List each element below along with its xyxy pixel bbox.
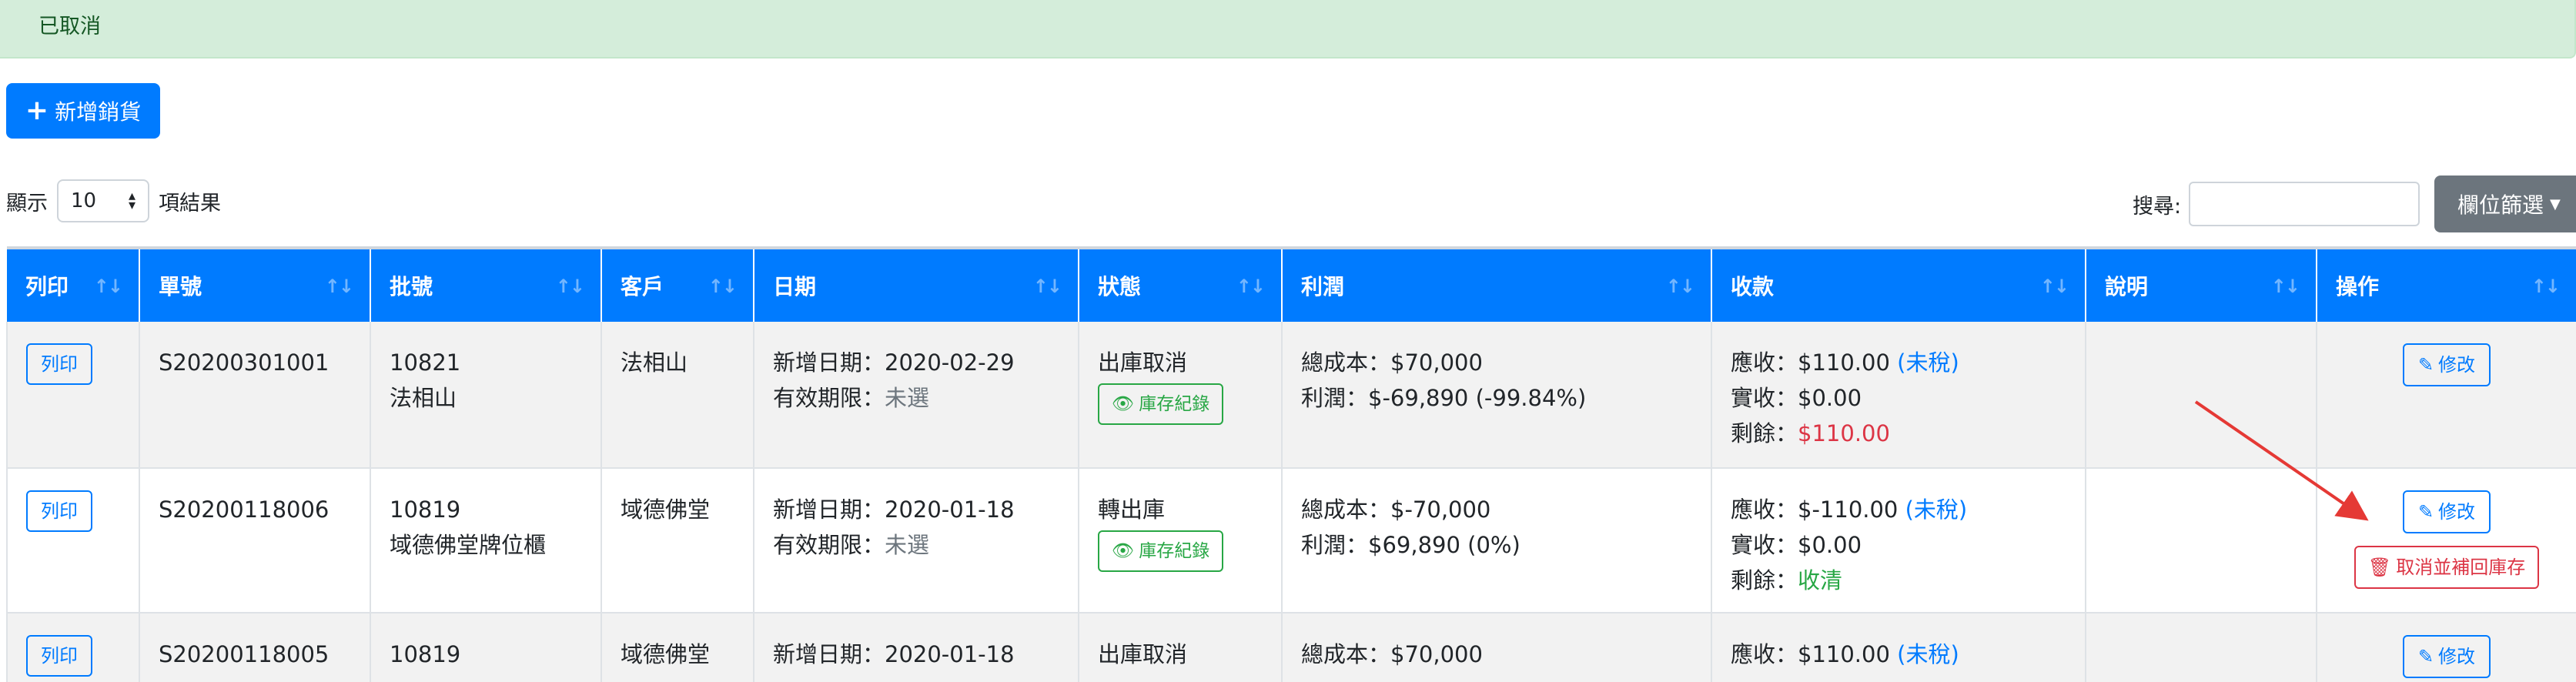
receivable: 應收：$110.00 (未稅): [1731, 641, 1959, 667]
total-cost: 總成本：$70,000: [1301, 349, 1483, 376]
plus-icon: +: [25, 95, 49, 126]
print-button[interactable]: 列印: [26, 343, 92, 385]
status-text: 出庫取消: [1098, 349, 1188, 376]
receivable: 應收：$110.00 (未稅): [1731, 349, 1959, 376]
length-prefix: 顯示: [6, 191, 48, 216]
sort-icon: ↑↓: [93, 276, 123, 297]
alert-cancelled: 已取消: [0, 0, 2576, 59]
sort-icon: ↑↓: [324, 276, 354, 297]
col-header-date[interactable]: 日期 ↑↓: [754, 246, 1079, 322]
table-row: 列印 S20200301001 10821 法相山 法相山 新增日期：2020-0…: [6, 322, 2576, 469]
balance: 剩餘：$110.00: [1731, 420, 1890, 446]
trash-icon: 🗑: [2367, 557, 2392, 578]
col-header-batch-no[interactable]: 批號 ↑↓: [370, 246, 602, 322]
pencil-icon: ✎: [2417, 646, 2434, 667]
search-input[interactable]: [2189, 182, 2420, 226]
created-date: 新增日期：2020-02-29: [773, 349, 1015, 376]
stock-record-button[interactable]: 👁 庫存紀錄: [1098, 383, 1224, 425]
col-header-note[interactable]: 說明 ↑↓: [2086, 246, 2317, 322]
alert-text: 已取消: [38, 15, 101, 38]
cancel-restock-button[interactable]: 🗑 取消並補回庫存: [2354, 546, 2540, 589]
column-filter-label: 欄位篩選: [2457, 192, 2544, 218]
page-length-select[interactable]: 10 ▴ ▾: [57, 179, 149, 222]
add-sale-button[interactable]: + 新增銷貨: [6, 83, 160, 139]
sort-icon: ↑↓: [1236, 276, 1266, 297]
table-row: 列印 S20200118005 10819 域德佛堂 新增日期：2020-01-…: [6, 613, 2576, 682]
eye-icon: 👁: [1112, 394, 1135, 414]
receivable: 應收：$-110.00 (未稅): [1731, 496, 1968, 523]
customer: 域德佛堂: [621, 641, 711, 667]
col-header-print[interactable]: 列印 ↑↓: [7, 246, 140, 322]
customer: 域德佛堂: [621, 496, 711, 523]
column-filter-button[interactable]: 欄位篩選 ▼: [2434, 176, 2576, 232]
batch-no: 10821: [390, 349, 461, 376]
order-no: S20200118006: [159, 496, 330, 523]
caret-down-icon: ▼: [2550, 196, 2561, 212]
col-header-customer[interactable]: 客戶 ↑↓: [601, 246, 754, 322]
edit-button[interactable]: ✎ 修改: [2402, 635, 2491, 678]
col-header-status[interactable]: 狀態 ↑↓: [1079, 246, 1283, 322]
received: 實收：$0.00: [1731, 532, 1862, 558]
page-length-value: 10: [71, 189, 97, 212]
batch-name: 法相山: [390, 385, 457, 411]
sort-icon: ↑↓: [2531, 276, 2561, 297]
table-row: 列印 S20200118006 10819 域德佛堂牌位櫃 域德佛堂 新增日期：2…: [6, 468, 2576, 613]
eye-icon: 👁: [1112, 541, 1135, 561]
batch-no: 10819: [390, 496, 461, 523]
print-button[interactable]: 列印: [26, 635, 92, 677]
col-header-order-no[interactable]: 單號 ↑↓: [139, 246, 371, 322]
col-header-actions[interactable]: 操作 ↑↓: [2317, 246, 2576, 322]
search-area: 搜尋:: [2133, 182, 2420, 226]
table-header-row: 列印 ↑↓ 單號 ↑↓ 批號 ↑↓ 客戶 ↑↓ 日期 ↑↓ 狀態 ↑↓ 利潤 ↑↓ 收款 ↑↓ …: [7, 246, 2576, 322]
sort-icon: ↑↓: [708, 276, 738, 297]
expiry: 有效期限：未選: [773, 532, 930, 558]
sort-updown-icon: ▴ ▾: [128, 188, 135, 213]
sort-icon: ↑↓: [1665, 276, 1695, 297]
profit-value: 利潤：$-69,890 (-99.84%): [1301, 385, 1587, 411]
length-suffix: 項結果: [159, 191, 221, 216]
created-date: 新增日期：2020-01-18: [773, 496, 1015, 523]
total-cost: 總成本：$70,000: [1301, 641, 1483, 667]
profit-value: 利潤：$69,890 (0%): [1301, 532, 1521, 558]
pencil-icon: ✎: [2417, 501, 2434, 523]
total-cost: 總成本：$-70,000: [1301, 496, 1491, 523]
sort-icon: ↑↓: [2039, 276, 2069, 297]
order-no: S20200118005: [159, 641, 330, 667]
created-date: 新增日期：2020-01-18: [773, 641, 1015, 667]
col-header-profit[interactable]: 利潤 ↑↓: [1282, 246, 1712, 322]
length-menu: 顯示 10 ▴ ▾ 項結果: [6, 179, 221, 223]
print-button[interactable]: 列印: [26, 490, 92, 532]
add-sale-label: 新增銷貨: [55, 99, 142, 125]
col-header-payment[interactable]: 收款 ↑↓: [1711, 246, 2086, 322]
pencil-icon: ✎: [2417, 354, 2434, 376]
batch-name: 域德佛堂牌位櫃: [390, 532, 547, 558]
received: 實收：$0.00: [1731, 385, 1862, 411]
status-text: 出庫取消: [1098, 641, 1188, 667]
order-no: S20200301001: [159, 349, 330, 376]
sales-table: 列印 ↑↓ 單號 ↑↓ 批號 ↑↓ 客戶 ↑↓ 日期 ↑↓ 狀態 ↑↓ 利潤 ↑↓ 收款 ↑↓ …: [6, 246, 2576, 682]
edit-button[interactable]: ✎ 修改: [2402, 490, 2491, 533]
sort-icon: ↑↓: [2270, 276, 2300, 297]
status-text: 轉出庫: [1098, 496, 1166, 523]
stock-record-button[interactable]: 👁 庫存紀錄: [1098, 530, 1224, 572]
customer: 法相山: [621, 349, 688, 376]
search-label: 搜尋:: [2133, 194, 2182, 219]
sort-icon: ↑↓: [1032, 276, 1062, 297]
sort-icon: ↑↓: [555, 276, 585, 297]
batch-no: 10819: [390, 641, 461, 667]
expiry: 有效期限：未選: [773, 385, 930, 411]
edit-button[interactable]: ✎ 修改: [2402, 343, 2491, 386]
balance: 剩餘：收清: [1731, 567, 1843, 593]
